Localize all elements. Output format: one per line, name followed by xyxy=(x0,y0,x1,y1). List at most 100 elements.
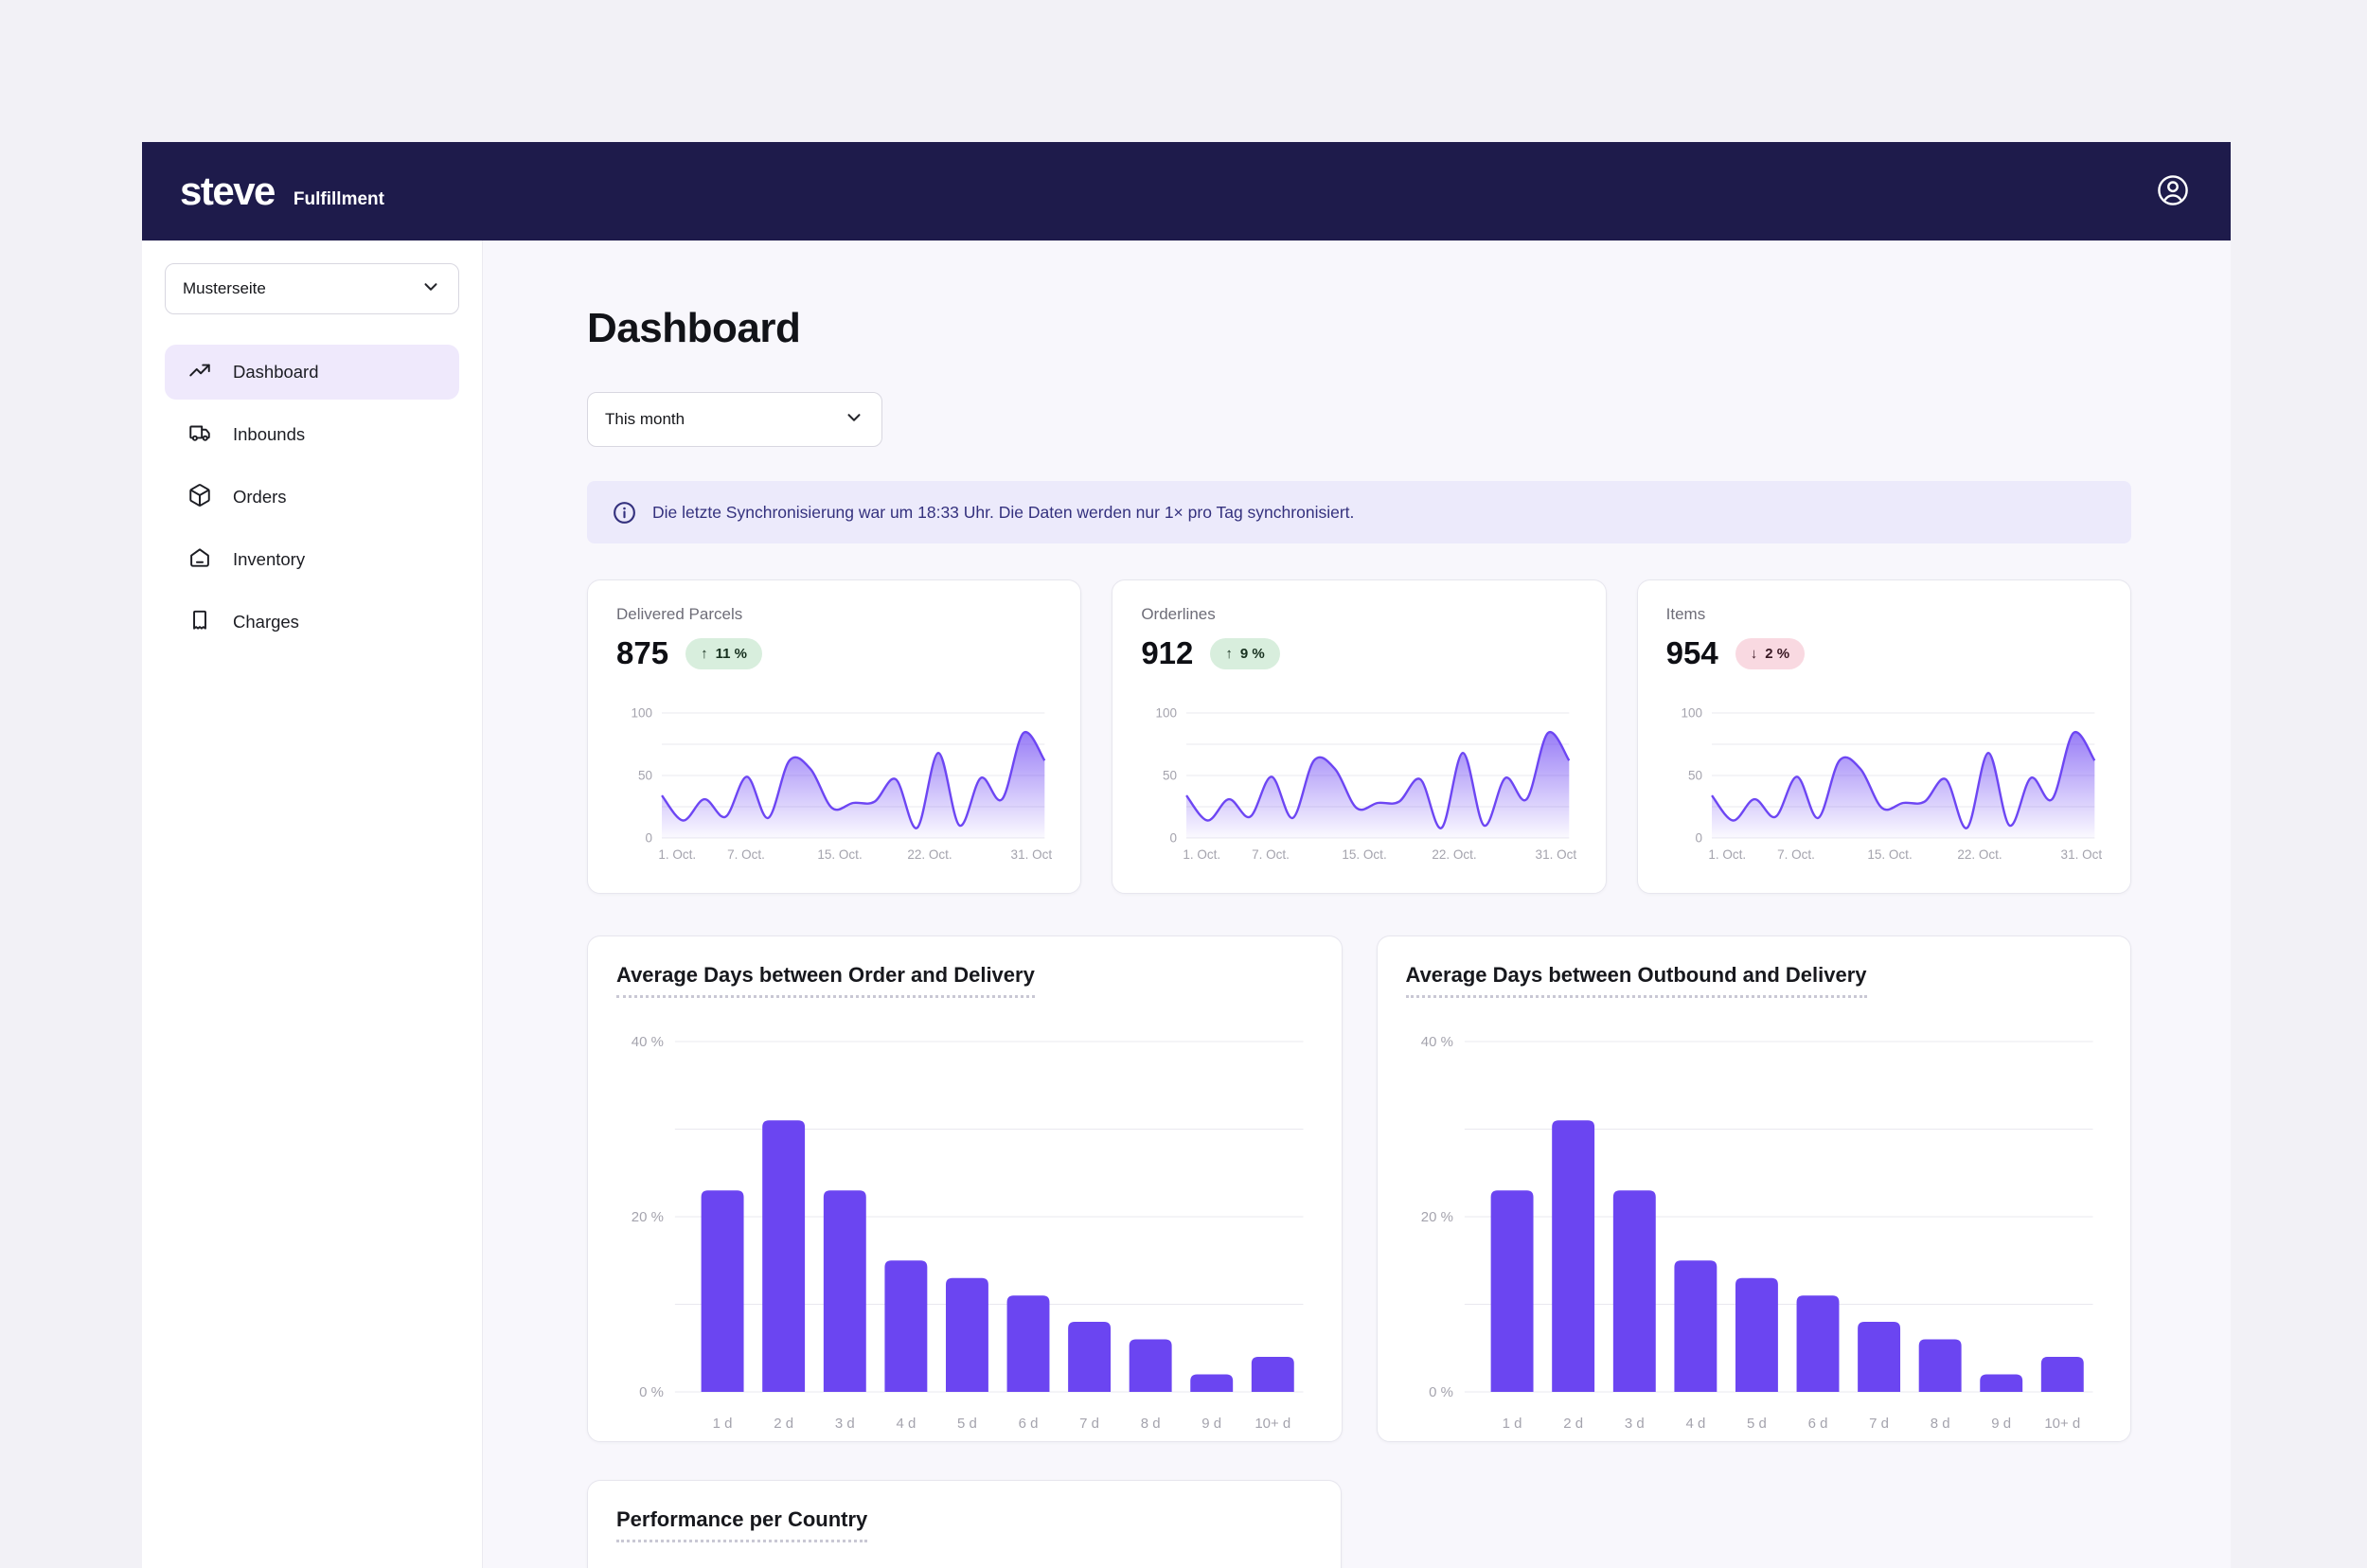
svg-text:100: 100 xyxy=(1156,706,1178,721)
svg-text:31. Oct.: 31. Oct. xyxy=(2060,847,2102,862)
user-avatar-button[interactable] xyxy=(2153,170,2193,213)
trend-arrow-icon: ↑ xyxy=(1225,646,1233,662)
sparkline-area-chart: 100 50 0 1. Oct. 7. Oct. 15. Oct. 22. Oct. 31. … xyxy=(616,696,1052,867)
stat-card-row: Delivered Parcels 875 ↑ 11 % 100 50 0 1. Oc… xyxy=(587,579,2131,894)
svg-text:1. Oct.: 1. Oct. xyxy=(1708,847,1746,862)
svg-text:20 %: 20 % xyxy=(1420,1209,1452,1225)
svg-text:10+ d: 10+ d xyxy=(1255,1416,1290,1432)
stat-value: 954 xyxy=(1666,635,1718,671)
trend-arrow-icon: ↓ xyxy=(1751,646,1758,662)
trend-delta: 2 % xyxy=(1765,646,1789,662)
svg-text:20 %: 20 % xyxy=(632,1209,664,1225)
svg-text:4 d: 4 d xyxy=(896,1416,916,1432)
svg-text:2 d: 2 d xyxy=(774,1416,793,1432)
receipt-icon xyxy=(187,608,212,637)
country-performance-card: Performance per Country xyxy=(587,1480,1342,1568)
logo-wordmark: steve xyxy=(180,171,275,211)
stat-value: 875 xyxy=(616,635,668,671)
sidebar-item-label: Charges xyxy=(233,612,299,633)
svg-text:50: 50 xyxy=(1688,769,1702,783)
svg-text:31. Oct.: 31. Oct. xyxy=(1011,847,1053,862)
sidebar: Musterseite Dashboard xyxy=(142,241,483,1568)
sparkline-area-chart: 1005001. Oct.7. Oct.15. Oct.22. Oct.31. … xyxy=(1141,696,1576,867)
svg-text:0: 0 xyxy=(1695,831,1702,846)
stat-card-items: Items 954 ↓ 2 % 100 50 0 1. Oct. 7. Oct. 15. … xyxy=(1637,579,2131,894)
svg-text:100: 100 xyxy=(631,706,652,721)
svg-text:0 %: 0 % xyxy=(639,1384,664,1400)
svg-text:1 d: 1 d xyxy=(713,1416,733,1432)
sidebar-item-dashboard[interactable]: Dashboard xyxy=(165,345,459,400)
svg-text:31. Oct.: 31. Oct. xyxy=(1536,847,1577,862)
stat-title: Orderlines xyxy=(1141,605,1576,624)
period-select[interactable]: This month xyxy=(587,392,882,447)
sidebar-nav: Dashboard Inbounds xyxy=(165,345,459,650)
svg-text:5 d: 5 d xyxy=(957,1416,977,1432)
trend-arrow-icon: ↑ xyxy=(701,646,708,662)
sidebar-item-label: Orders xyxy=(233,487,287,508)
bar-chart: 0 %20 %40 %1 d2 d3 d4 d5 d6 d7 d8 d9 d10… xyxy=(616,1019,1313,1442)
svg-text:7 d: 7 d xyxy=(1079,1416,1099,1432)
stat-value: 912 xyxy=(1141,635,1193,671)
svg-text:0: 0 xyxy=(646,831,653,846)
sidebar-item-orders[interactable]: Orders xyxy=(165,470,459,525)
svg-text:7. Oct.: 7. Oct. xyxy=(727,847,765,862)
sidebar-item-charges[interactable]: Charges xyxy=(165,595,459,650)
svg-text:6 d: 6 d xyxy=(1019,1416,1039,1432)
trend-badge: ↓ 2 % xyxy=(1735,638,1805,669)
stat-title: Delivered Parcels xyxy=(616,605,1052,624)
workspace-select[interactable]: Musterseite xyxy=(165,263,459,314)
trending-up-icon xyxy=(187,358,212,387)
svg-text:100: 100 xyxy=(1681,706,1702,721)
bar-chart: 0 %20 %40 %1 d2 d3 d4 d5 d6 d7 d8 d9 d10… xyxy=(1406,1019,2103,1442)
svg-text:15. Oct.: 15. Oct. xyxy=(817,847,862,862)
stat-card-delivered-parcels: Delivered Parcels 875 ↑ 11 % 100 50 0 1. Oc… xyxy=(587,579,1081,894)
svg-text:1. Oct.: 1. Oct. xyxy=(658,847,696,862)
svg-text:8 d: 8 d xyxy=(1930,1416,1949,1432)
svg-text:6 d: 6 d xyxy=(1807,1416,1827,1432)
chart-title: Average Days between Order and Delivery xyxy=(616,963,1035,998)
svg-text:50: 50 xyxy=(638,769,652,783)
sync-info-banner: Die letzte Synchronisierung war um 18:33… xyxy=(587,481,2131,543)
svg-text:40 %: 40 % xyxy=(1420,1034,1452,1050)
info-icon xyxy=(612,500,637,526)
svg-text:7. Oct.: 7. Oct. xyxy=(1777,847,1815,862)
chevron-down-icon xyxy=(420,276,441,302)
sparkline-area-chart: 100 50 0 1. Oct. 7. Oct. 15. Oct. 22. Oct. 31. … xyxy=(1666,696,2102,867)
chart-card-order-delivery: Average Days between Order and Delivery … xyxy=(587,935,1343,1442)
svg-text:5 d: 5 d xyxy=(1747,1416,1767,1432)
svg-text:1 d: 1 d xyxy=(1502,1416,1522,1432)
brand-logo[interactable]: steve Fulfillment xyxy=(180,171,384,211)
svg-text:50: 50 xyxy=(1163,769,1177,783)
chevron-down-icon xyxy=(844,407,864,433)
svg-text:15. Oct.: 15. Oct. xyxy=(1343,847,1387,862)
svg-text:1. Oct.: 1. Oct. xyxy=(1184,847,1221,862)
svg-text:22. Oct.: 22. Oct. xyxy=(1957,847,2002,862)
main-content: Dashboard This month Die letzte Synchron… xyxy=(483,241,2231,1568)
trend-badge: ↑ 9 % xyxy=(1210,638,1279,669)
chart-title: Performance per Country xyxy=(616,1507,867,1542)
svg-text:7. Oct.: 7. Oct. xyxy=(1252,847,1290,862)
workspace-select-value: Musterseite xyxy=(183,279,266,298)
stat-title: Items xyxy=(1666,605,2102,624)
bar-chart-row: Average Days between Order and Delivery … xyxy=(587,935,2131,1442)
sidebar-item-inventory[interactable]: Inventory xyxy=(165,532,459,587)
app-window: steve Fulfillment Musterseite xyxy=(142,142,2231,1568)
sidebar-item-label: Inbounds xyxy=(233,424,305,445)
chart-title: Average Days between Outbound and Delive… xyxy=(1406,963,1867,998)
chart-card-outbound-delivery: Average Days between Outbound and Delive… xyxy=(1377,935,2132,1442)
svg-text:22. Oct.: 22. Oct. xyxy=(1433,847,1477,862)
svg-text:2 d: 2 d xyxy=(1563,1416,1583,1432)
svg-text:22. Oct.: 22. Oct. xyxy=(907,847,952,862)
svg-text:9 d: 9 d xyxy=(1201,1416,1221,1432)
top-header: steve Fulfillment xyxy=(142,142,2231,241)
truck-icon xyxy=(187,420,212,450)
sidebar-item-inbounds[interactable]: Inbounds xyxy=(165,407,459,462)
page-title: Dashboard xyxy=(587,305,2131,352)
period-select-value: This month xyxy=(605,410,685,429)
svg-text:15. Oct.: 15. Oct. xyxy=(1867,847,1912,862)
trend-badge: ↑ 11 % xyxy=(685,638,762,669)
sidebar-item-label: Dashboard xyxy=(233,362,319,383)
package-icon xyxy=(187,483,212,512)
svg-text:4 d: 4 d xyxy=(1685,1416,1705,1432)
product-name: Fulfillment xyxy=(294,189,384,210)
